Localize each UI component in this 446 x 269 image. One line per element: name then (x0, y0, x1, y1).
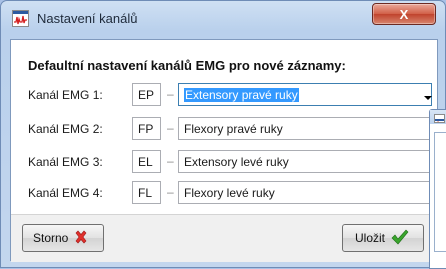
channel-4-code-input[interactable]: FL (132, 181, 161, 204)
close-button[interactable]: X (372, 3, 436, 25)
popup-content (434, 132, 446, 252)
channel-3-label: Kanál EMG 3: (28, 155, 103, 169)
channel-2-name-input[interactable]: Flexory pravé ruky (178, 117, 432, 140)
save-button-label: Uložit (355, 231, 386, 245)
channel-3-code-input[interactable]: EL (132, 150, 161, 173)
channel-4-name-input[interactable]: Flexory levé ruky (178, 181, 432, 204)
channel-1-code-input[interactable]: EP (132, 83, 161, 106)
app-icon (12, 10, 29, 27)
channel-3-dash: – (167, 154, 174, 168)
channel-1-label: Kanál EMG 1: (28, 88, 103, 102)
channel-1-name-selected-text: Extensory pravé ruky (184, 88, 299, 102)
channel-1-dash: – (167, 87, 174, 101)
popup-title-bar (430, 110, 446, 124)
channel-4-label: Kanál EMG 4: (28, 186, 103, 200)
channel-3-name-input[interactable]: Extensory levé ruky (178, 150, 432, 173)
popup-app-icon (434, 114, 445, 123)
section-heading: Defaultní nastavení kanálů EMG pro nové … (28, 58, 346, 73)
channel-2-dash: – (167, 121, 174, 135)
green-check-icon (391, 229, 409, 248)
red-cross-icon (74, 230, 88, 247)
save-button[interactable]: Uložit (342, 224, 424, 252)
channel-2-code-input[interactable]: FP (132, 117, 161, 140)
channel-2-label: Kanál EMG 2: (28, 122, 103, 136)
close-icon: X (399, 6, 409, 22)
title-bar: Nastavení kanálů X (1, 1, 445, 37)
cancel-button-label: Storno (33, 231, 69, 245)
cancel-button[interactable]: Storno (22, 224, 104, 252)
chevron-down-icon[interactable] (424, 96, 432, 100)
channel-1-name-combobox[interactable]: Extensory pravé ruky (178, 83, 432, 106)
dropdown-popup-window[interactable] (429, 109, 446, 269)
channel-4-dash: – (167, 185, 174, 199)
window-title: Nastavení kanálů (37, 11, 138, 26)
channel-settings-dialog: Nastavení kanálů X Defaultní nastavení k… (0, 0, 446, 269)
